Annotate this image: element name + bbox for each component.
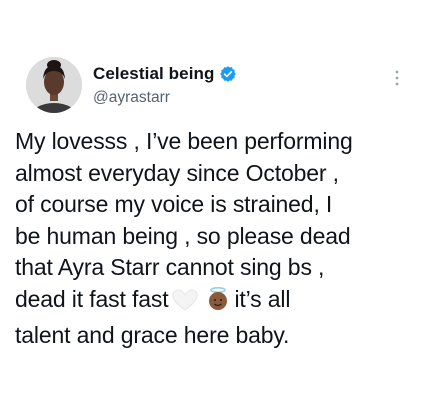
author-names: Celestial being @ayrastarr	[93, 63, 237, 107]
display-name[interactable]: Celestial being	[93, 64, 214, 84]
tweet-line-part: it’s all	[234, 285, 291, 312]
tweet-line-with-emoji: dead it fast fast it’s all	[15, 284, 415, 321]
tweet-line: that Ayra Starr cannot sing bs ,	[15, 254, 325, 280]
tweet-line: My lovesss , I’ve been performing	[15, 128, 353, 154]
author-handle[interactable]: @ayrastarr	[93, 89, 237, 107]
avatar[interactable]	[26, 57, 82, 113]
more-options-icon[interactable]	[394, 69, 400, 87]
tweet-header: Celestial being @ayrastarr	[26, 57, 406, 117]
tweet-card: Celestial being @ayrastarr My lovesss , …	[0, 0, 424, 420]
tweet-line: talent and grace here baby.	[15, 322, 290, 348]
tweet-line-part: dead it fast fast	[15, 285, 169, 312]
verified-badge-icon	[219, 65, 237, 83]
white-heart-emoji	[171, 288, 199, 321]
avatar-image	[26, 57, 82, 113]
tweet-line: be human being , so please dead	[15, 222, 351, 249]
display-name-row: Celestial being	[93, 63, 237, 85]
tweet-text: My lovesss , I’ve been performing almost…	[15, 126, 415, 352]
tweet-line: almost everyday since October ,	[15, 159, 339, 186]
tweet-line: of course my voice is strained, I	[15, 191, 333, 217]
angel-face-emoji	[205, 286, 231, 321]
